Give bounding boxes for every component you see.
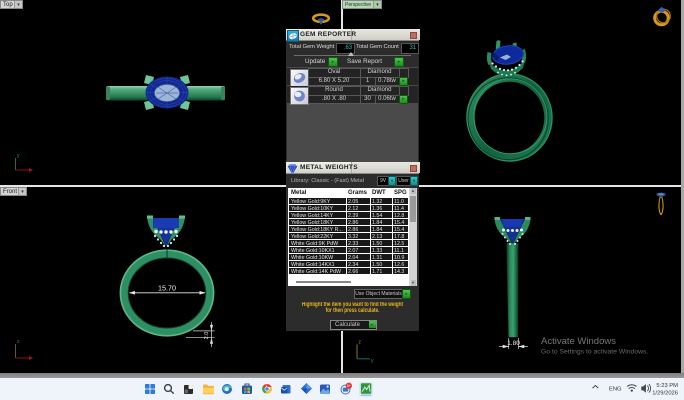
svg-text:2.0: 2.0 — [204, 332, 210, 340]
svg-text:1/29/2026: 1/29/2026 — [652, 391, 678, 397]
svg-text:y: y — [371, 358, 374, 364]
svg-text:z: z — [17, 339, 20, 345]
svg-text:z: z — [359, 340, 362, 346]
svg-text:Go to Settings to activate Win: Go to Settings to activate Windows. — [541, 349, 648, 356]
svg-text:5+: 5+ — [347, 384, 351, 388]
svg-text:y: y — [17, 153, 20, 159]
svg-text:5:23 PM: 5:23 PM — [656, 383, 678, 389]
svg-text:1.80: 1.80 — [507, 340, 520, 347]
svg-text:Activate Windows: Activate Windows — [541, 336, 616, 347]
svg-text:15.70: 15.70 — [158, 284, 176, 293]
svg-text:ENG: ENG — [609, 387, 622, 393]
